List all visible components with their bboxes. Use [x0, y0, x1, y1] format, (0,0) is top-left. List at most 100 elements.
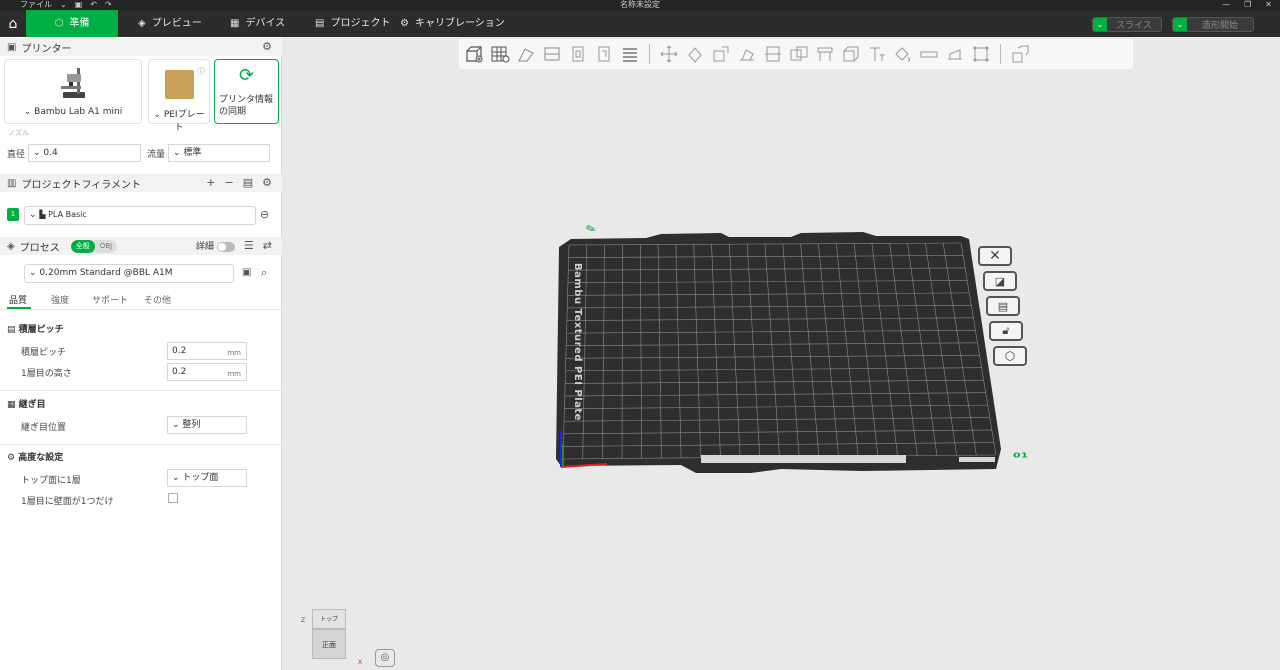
tab-quality[interactable]: 品質: [9, 293, 27, 306]
printer-select[interactable]: ⌄ Bambu Lab A1 mini: [4, 59, 142, 124]
advanced-icon: ⚙: [7, 453, 19, 463]
tab-preview[interactable]: ◈ プレビュー: [130, 10, 210, 37]
assembly-icon[interactable]: [944, 43, 966, 65]
info-icon[interactable]: ⓘ: [197, 66, 205, 77]
add-object-icon[interactable]: [463, 43, 485, 65]
compare-icon[interactable]: ⇄: [263, 239, 272, 252]
scale-icon[interactable]: [710, 43, 732, 65]
layers-icon: ◈: [138, 18, 146, 29]
print-button[interactable]: ⌄ 造形開始: [1172, 17, 1254, 32]
view-cube-top-face[interactable]: トップ: [312, 609, 346, 629]
lock-plate-button[interactable]: 🔓︎: [989, 321, 1023, 341]
remove-filament-icon[interactable]: ⊖: [260, 208, 269, 221]
first-layer-height-input[interactable]: 0.2 mm: [167, 363, 247, 381]
camera-reset-icon[interactable]: ◎: [375, 649, 395, 667]
lay-on-face-icon[interactable]: [736, 43, 758, 65]
filament-section-header: ▥ プロジェクトフィラメント + − ▤ ⚙: [0, 174, 282, 192]
search-icon[interactable]: ⌕: [261, 266, 267, 280]
remove-icon[interactable]: −: [225, 176, 234, 189]
arrange-icon[interactable]: [541, 43, 563, 65]
delete-plate-button[interactable]: ✕: [978, 246, 1012, 266]
project-icon: ▤: [315, 18, 325, 29]
layers-icon: ◈: [7, 240, 15, 252]
filament-index-badge[interactable]: 1: [7, 208, 19, 221]
tab-strength[interactable]: 強度: [51, 293, 69, 306]
cube-icon: ⬡: [54, 18, 64, 29]
printer-image: [61, 68, 85, 98]
maximize-icon[interactable]: ❐: [1244, 0, 1251, 10]
divider: [0, 309, 282, 310]
plate-name-label: Bambu Textured PEI Plate: [572, 263, 583, 421]
global-obj-toggle[interactable]: 全般 OBJ: [70, 239, 118, 253]
color-paint-icon[interactable]: [892, 43, 914, 65]
filament-select[interactable]: ⌄ ▙ PLA Basic: [24, 206, 256, 225]
advanced-group-title: ⚙ 高度な設定: [7, 453, 64, 463]
arrange-icon: ▤: [997, 299, 1009, 313]
chevron-down-icon: ⌄: [29, 210, 40, 220]
home-icon[interactable]: ⌂: [0, 10, 26, 37]
tab-device[interactable]: ▦ デバイス: [222, 10, 293, 37]
tab-project[interactable]: ▤ プロジェクト: [307, 10, 398, 37]
title-bar: ファイル ⌄ ▣ ↶ ↷ 名称未設定 — ❐ ✕: [0, 0, 1280, 10]
device-icon: ▦: [230, 18, 240, 29]
auto-orient-plate-button[interactable]: ◪: [983, 271, 1017, 291]
gear-icon[interactable]: ⚙: [262, 40, 272, 53]
minimize-icon[interactable]: —: [1222, 0, 1230, 10]
seam-paint-icon[interactable]: [840, 43, 862, 65]
fit-view-icon[interactable]: [970, 43, 992, 65]
add-icon[interactable]: +: [206, 176, 215, 189]
save-preset-icon[interactable]: ▣: [242, 267, 251, 278]
measure-icon[interactable]: [918, 43, 940, 65]
sync-printer-button[interactable]: ⟳ プリンタ情報の同期: [214, 59, 279, 124]
split-parts-icon[interactable]: [593, 43, 615, 65]
list-icon[interactable]: ☰: [244, 239, 254, 252]
advanced-toggle[interactable]: [216, 241, 235, 252]
view-cube[interactable]: トップ 正面 Z X: [301, 609, 362, 666]
plate-select[interactable]: ⓘ ⌄ PEIプレート: [148, 59, 210, 133]
close-icon[interactable]: ✕: [1265, 0, 1272, 10]
nozzle-label: ノズル: [8, 129, 29, 137]
text-icon[interactable]: [866, 43, 888, 65]
tab-prepare[interactable]: ⬡ 準備: [26, 10, 118, 37]
window-title: 名称未設定: [620, 0, 660, 9]
first-layer-height-label: 1層目の高さ: [21, 369, 72, 379]
process-preset-select[interactable]: ⌄ 0.20mm Standard @BBL A1M: [24, 264, 234, 283]
boolean-icon[interactable]: [788, 43, 810, 65]
z-axis-label: Z: [301, 617, 306, 624]
move-icon[interactable]: [658, 43, 680, 65]
seam-position-select[interactable]: ⌄ 整列: [167, 416, 247, 434]
add-plate-icon[interactable]: [489, 43, 511, 65]
diameter-label: 直径: [7, 150, 26, 160]
view-cube-front-face[interactable]: 正面: [312, 629, 346, 659]
diameter-select[interactable]: ⌄ 0.4: [28, 144, 141, 162]
split-objects-icon[interactable]: [567, 43, 589, 65]
tab-calibration[interactable]: ⚙ キャリブレーション: [392, 10, 513, 37]
support-paint-icon[interactable]: [814, 43, 836, 65]
arrange-plate-button[interactable]: ▤: [986, 296, 1020, 316]
settings-sidebar: ▣ プリンター ⚙ ⌄ Bambu Lab A1 mini ⓘ ⌄ PEIプレー…: [0, 37, 290, 670]
x-axis-label: X: [358, 659, 363, 666]
chevron-down-icon[interactable]: ⌄: [1173, 18, 1187, 31]
flow-select[interactable]: ⌄ 標準: [168, 144, 270, 162]
orient-icon: ◪: [994, 274, 1006, 288]
plate-settings-button[interactable]: ⬡: [993, 346, 1027, 366]
build-plate: [556, 232, 1001, 473]
sync-icon: ⟳: [238, 65, 255, 86]
divider: [0, 390, 282, 391]
layers-toggle-icon[interactable]: [619, 43, 641, 65]
rotate-icon[interactable]: [684, 43, 706, 65]
tab-support[interactable]: サポート: [92, 293, 128, 306]
first-layer-one-wall-checkbox[interactable]: [168, 493, 178, 503]
printer-icon: ▣: [7, 41, 17, 53]
chevron-down-icon[interactable]: ⌄: [1093, 18, 1107, 31]
gear-icon[interactable]: ⚙: [262, 176, 272, 189]
tab-others[interactable]: その他: [144, 293, 171, 306]
slice-button[interactable]: ⌄ スライス: [1092, 17, 1162, 32]
explode-icon[interactable]: [1009, 43, 1031, 65]
layer-height-input[interactable]: 0.2 mm: [167, 342, 247, 360]
cut-icon[interactable]: [762, 43, 784, 65]
top-one-wall-select[interactable]: ⌄ トップ面: [167, 469, 247, 487]
auto-orient-icon[interactable]: [515, 43, 537, 65]
ams-icon[interactable]: ▤: [243, 176, 253, 189]
3d-viewport[interactable]: Bambu Textured PEI Plate 01 ✎ ✕ ◪ ▤ 🔓︎ ⬡…: [283, 37, 1280, 670]
